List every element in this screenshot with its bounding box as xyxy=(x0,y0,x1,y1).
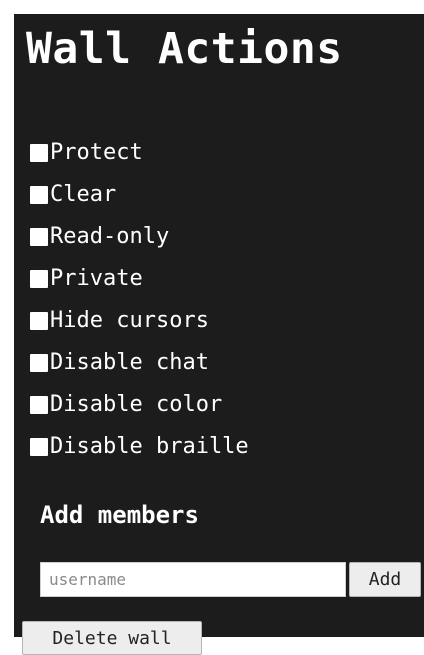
option-label: Clear xyxy=(50,182,117,207)
option-label: Disable braille xyxy=(50,434,249,459)
wall-actions-panel: Wall Actions Protect Clear Read-only Pri… xyxy=(14,14,424,655)
add-member-form: Add xyxy=(40,562,421,597)
wall-options-list: Protect Clear Read-only Private Hide cur… xyxy=(30,132,249,468)
option-disable-braille[interactable]: Disable braille xyxy=(30,426,249,468)
disable-chat-checkbox[interactable] xyxy=(30,354,48,372)
option-clear[interactable]: Clear xyxy=(30,174,249,216)
read-only-checkbox[interactable] xyxy=(30,228,48,246)
disable-color-checkbox[interactable] xyxy=(30,396,48,414)
option-label: Read-only xyxy=(50,224,170,249)
option-read-only[interactable]: Read-only xyxy=(30,216,249,258)
option-hide-cursors[interactable]: Hide cursors xyxy=(30,300,249,342)
clear-checkbox[interactable] xyxy=(30,186,48,204)
option-disable-chat[interactable]: Disable chat xyxy=(30,342,249,384)
option-label: Private xyxy=(50,266,143,291)
protect-checkbox[interactable] xyxy=(30,144,48,162)
disable-braille-checkbox[interactable] xyxy=(30,438,48,456)
add-member-button[interactable]: Add xyxy=(349,562,421,597)
option-protect[interactable]: Protect xyxy=(30,132,249,174)
username-input[interactable] xyxy=(40,562,346,597)
option-label: Disable chat xyxy=(50,350,209,375)
panel-title: Wall Actions xyxy=(26,24,343,74)
option-disable-color[interactable]: Disable color xyxy=(30,384,249,426)
delete-wall-button[interactable]: Delete wall xyxy=(22,621,202,655)
option-label: Disable color xyxy=(50,392,223,417)
option-label: Hide cursors xyxy=(50,308,209,333)
option-private[interactable]: Private xyxy=(30,258,249,300)
hide-cursors-checkbox[interactable] xyxy=(30,312,48,330)
private-checkbox[interactable] xyxy=(30,270,48,288)
add-members-heading: Add members xyxy=(40,501,199,529)
option-label: Protect xyxy=(50,140,143,165)
